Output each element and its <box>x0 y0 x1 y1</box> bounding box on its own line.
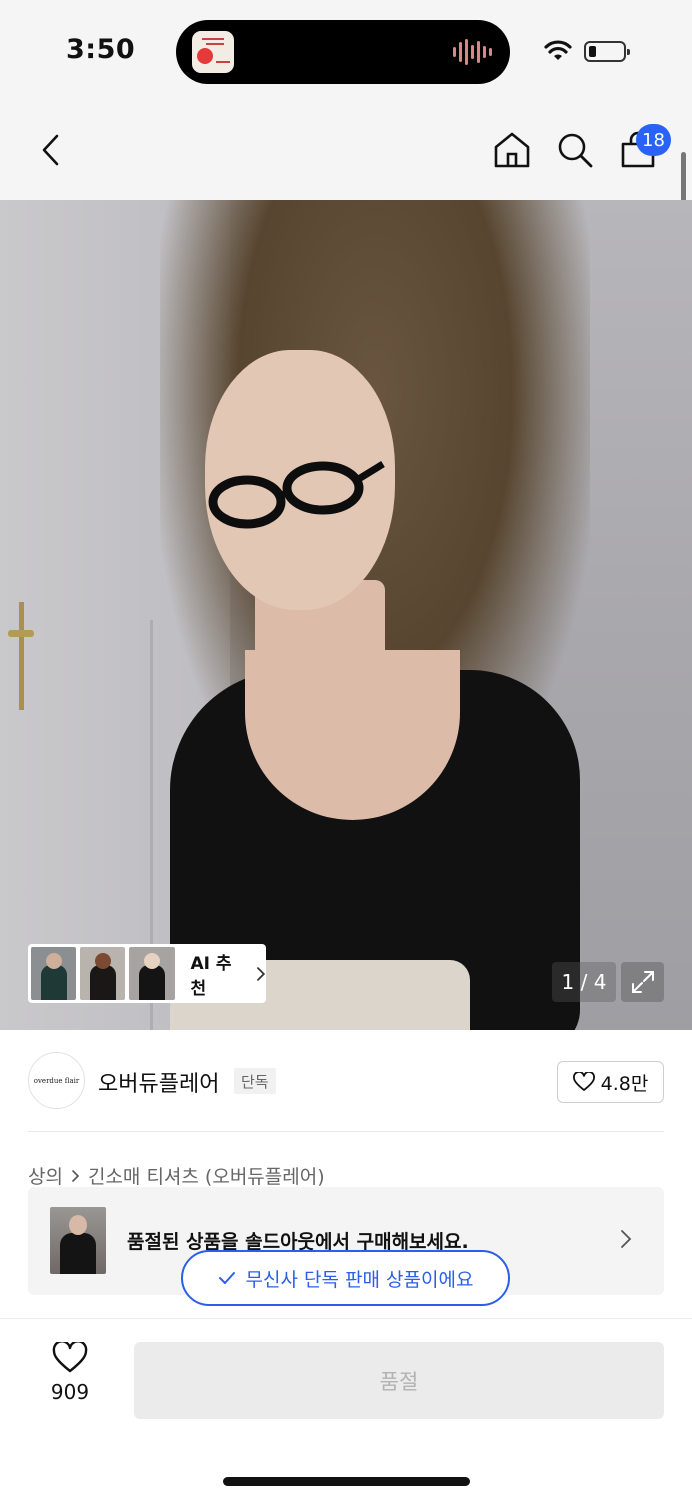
recommend-thumbnail <box>80 947 126 1000</box>
status-bar: 3:50 <box>0 0 692 100</box>
ai-recommend-button[interactable]: AI 추천 <box>28 944 266 1003</box>
image-counter: 1 / 4 <box>552 962 616 1002</box>
status-time: 3:50 <box>66 34 136 65</box>
breadcrumb: 상의 긴소매 티셔츠 (오버듀플레어) <box>28 1162 325 1189</box>
back-button[interactable] <box>26 126 74 174</box>
expand-image-button[interactable] <box>621 962 664 1002</box>
chevron-right-icon <box>621 1230 632 1248</box>
exclusive-badge: 단독 <box>234 1068 276 1094</box>
divider <box>0 1318 692 1319</box>
top-navigation <box>0 100 692 200</box>
home-indicator[interactable] <box>223 1477 470 1486</box>
wifi-icon <box>544 40 572 60</box>
brand-name[interactable]: 오버듀플레어 <box>98 1066 219 1098</box>
search-icon <box>558 133 593 168</box>
live-activity-app-icon <box>192 31 234 73</box>
glasses-graphic <box>208 461 385 529</box>
audio-waveform-icon <box>453 39 492 65</box>
wishlist-button[interactable]: 909 <box>30 1342 110 1422</box>
door-handle-graphic <box>8 602 34 710</box>
soldout-product-thumbnail <box>50 1207 106 1274</box>
dynamic-island[interactable] <box>176 20 510 84</box>
home-button[interactable] <box>488 126 536 174</box>
brand-like-button[interactable]: 4.8만 <box>557 1061 664 1103</box>
breadcrumb-category[interactable]: 상의 <box>28 1162 63 1189</box>
ai-recommend-label: AI 추천 <box>190 953 232 999</box>
home-icon <box>494 132 530 168</box>
chevron-right-icon <box>72 1169 80 1182</box>
exclusive-sale-notice: 무신사 단독 판매 상품이에요 <box>181 1250 510 1306</box>
breadcrumb-subcategory[interactable]: 긴소매 티셔츠 (오버듀플레어) <box>88 1162 325 1189</box>
heart-icon <box>572 1072 595 1091</box>
brand-like-count: 4.8만 <box>600 1072 649 1095</box>
cart-count-badge: 18 <box>636 124 671 156</box>
expand-icon <box>631 971 654 993</box>
recommend-thumbnail <box>31 947 77 1000</box>
battery-icon <box>584 41 630 62</box>
chevron-right-icon <box>257 966 266 981</box>
search-button[interactable] <box>551 126 599 174</box>
chevron-left-icon <box>42 134 59 166</box>
divider <box>28 1131 664 1132</box>
recommend-thumbnail <box>129 947 175 1000</box>
check-icon <box>218 1272 235 1284</box>
brand-row: overdue flair 오버듀플레어 단독 4.8만 <box>0 1030 692 1130</box>
heart-icon <box>52 1342 88 1373</box>
product-image-carousel[interactable] <box>0 200 692 1030</box>
brand-logo[interactable]: overdue flair <box>28 1052 85 1109</box>
soldout-purchase-button[interactable]: 품절 <box>134 1342 664 1419</box>
wishlist-count: 909 <box>50 1380 90 1404</box>
